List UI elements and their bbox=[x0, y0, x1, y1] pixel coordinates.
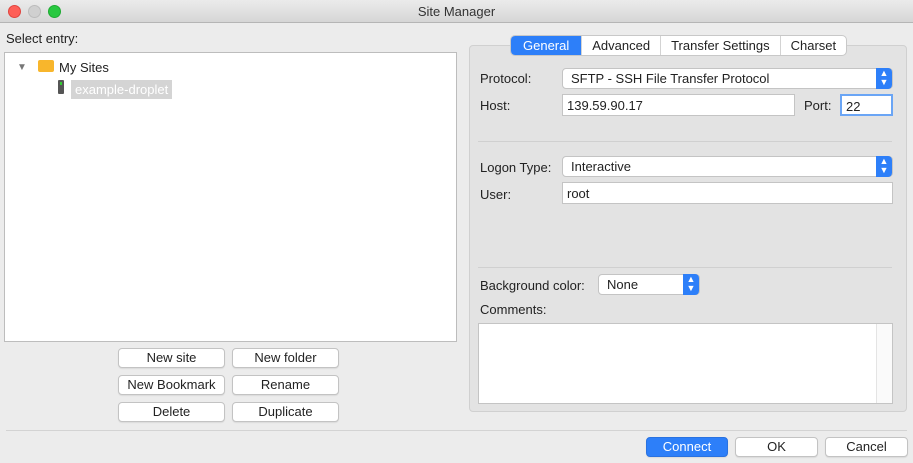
divider bbox=[478, 267, 892, 268]
rename-button[interactable]: Rename bbox=[232, 375, 339, 395]
tree-folder-my-sites[interactable]: My Sites bbox=[59, 60, 109, 75]
footer-divider bbox=[6, 430, 907, 431]
background-color-label: Background color: bbox=[480, 278, 585, 293]
logon-type-select[interactable]: Interactive ▲ ▼ bbox=[562, 156, 893, 177]
comments-textarea[interactable] bbox=[478, 323, 893, 404]
port-input[interactable]: 22 bbox=[840, 94, 893, 116]
tree-site-example-droplet[interactable]: example-droplet bbox=[71, 80, 173, 99]
logon-type-value: Interactive bbox=[571, 159, 631, 174]
delete-button[interactable]: Delete bbox=[118, 402, 225, 422]
settings-tabs: General Advanced Transfer Settings Chars… bbox=[510, 35, 848, 56]
new-folder-button[interactable]: New folder bbox=[232, 348, 339, 368]
host-label: Host: bbox=[480, 98, 511, 113]
logon-type-label: Logon Type: bbox=[480, 160, 552, 175]
tab-charset[interactable]: Charset bbox=[781, 36, 847, 55]
new-bookmark-button[interactable]: New Bookmark bbox=[118, 375, 225, 395]
protocol-value: SFTP - SSH File Transfer Protocol bbox=[571, 71, 770, 86]
select-entry-label: Select entry: bbox=[6, 31, 79, 46]
duplicate-button[interactable]: Duplicate bbox=[232, 402, 339, 422]
connect-button[interactable]: Connect bbox=[646, 437, 728, 457]
ok-button[interactable]: OK bbox=[735, 437, 818, 457]
server-icon bbox=[58, 80, 64, 94]
comments-label: Comments: bbox=[480, 302, 547, 317]
protocol-label: Protocol: bbox=[480, 71, 532, 86]
user-label: User: bbox=[480, 187, 512, 202]
tab-general[interactable]: General bbox=[511, 36, 583, 55]
new-site-button[interactable]: New site bbox=[118, 348, 225, 368]
chevron-updown-icon: ▲ ▼ bbox=[876, 156, 892, 177]
title-bar: Site Manager bbox=[0, 0, 913, 23]
tab-transfer-settings[interactable]: Transfer Settings bbox=[661, 36, 781, 55]
protocol-select[interactable]: SFTP - SSH File Transfer Protocol ▲ ▼ bbox=[562, 68, 893, 89]
background-color-value: None bbox=[607, 277, 639, 292]
folder-icon bbox=[38, 60, 54, 72]
chevron-updown-icon: ▲ ▼ bbox=[683, 274, 699, 295]
expand-triangle-icon[interactable]: ▼ bbox=[17, 62, 27, 73]
divider bbox=[478, 141, 892, 142]
chevron-updown-icon: ▲ ▼ bbox=[876, 68, 892, 89]
host-input[interactable]: 139.59.90.17 bbox=[562, 94, 795, 116]
port-label: Port: bbox=[804, 98, 832, 113]
cancel-button[interactable]: Cancel bbox=[825, 437, 908, 457]
window-title: Site Manager bbox=[417, 4, 496, 19]
scrollbar[interactable] bbox=[876, 324, 892, 403]
site-tree[interactable]: ▼ My Sites example-droplet bbox=[4, 52, 457, 342]
tab-advanced[interactable]: Advanced bbox=[582, 36, 662, 55]
user-input[interactable]: root bbox=[562, 182, 893, 204]
background-color-select[interactable]: None ▲ ▼ bbox=[598, 274, 700, 295]
